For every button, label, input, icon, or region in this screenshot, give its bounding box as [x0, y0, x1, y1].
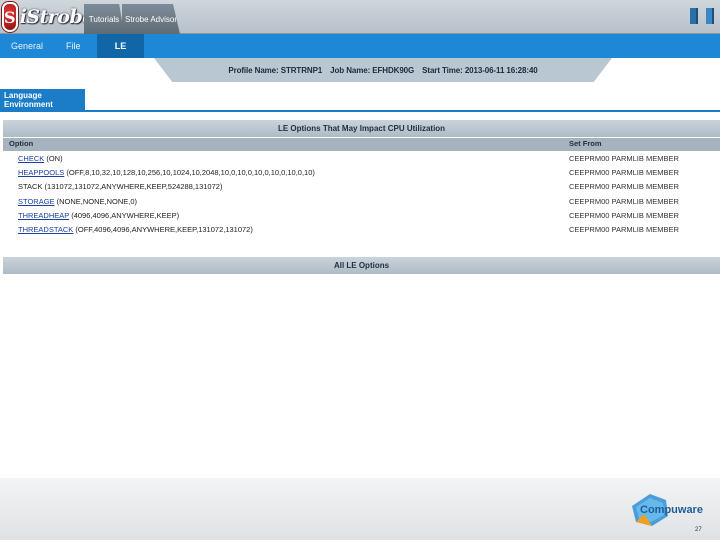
column-header-option[interactable]: Option — [9, 139, 33, 148]
footer — [0, 478, 720, 540]
set-from-cell: CEEPRM00 PARMLIB MEMBER — [569, 168, 679, 178]
table-header: Option Set From — [3, 138, 720, 151]
option-cell: STACK (131072,131072,ANYWHERE,KEEP,52428… — [18, 182, 222, 191]
option-value: (ON) — [44, 154, 63, 163]
option-name-check[interactable]: CHECK — [18, 154, 44, 163]
option-value: (131072,131072,ANYWHERE,KEEP,524288,1310… — [42, 182, 223, 192]
option-value: (4096,4096,ANYWHERE,KEEP) — [69, 210, 180, 220]
section-divider — [0, 110, 720, 112]
menu-item-le[interactable]: LE — [97, 34, 144, 58]
table-row: THREADHEAP (4096,4096,ANYWHERE,KEEP) CEEP… — [3, 209, 720, 223]
options-table: CHECK (ON) CEEPRM00 PARMLIB MEMBER HEAPPOO… — [3, 152, 720, 237]
set-from-cell: CEEPRM00 PARMLIB MEMBER — [569, 210, 679, 220]
compuware-brand: Compuware — [640, 504, 703, 516]
table-row: CHECK (ON) CEEPRM00 PARMLIB MEMBER — [3, 152, 720, 166]
option-value: (OFF,4096,4096,ANYWHERE,KEEP,131072,1310… — [73, 224, 253, 234]
table-row: STACK (131072,131072,ANYWHERE,KEEP,52428… — [3, 180, 720, 194]
job-name: Job Name: EFHDK90G — [330, 65, 415, 75]
table-row: STORAGE (NONE,NONE,NONE,0) CEEPRM00 PARML… — [3, 195, 720, 209]
option-cell: HEAPPOOLS (OFF,8,10,32,10,128,10,256,10,… — [18, 168, 315, 177]
logo-text: iStrobe — [19, 6, 95, 28]
page-number: 27 — [695, 527, 702, 533]
menu-bar: General File LE — [0, 34, 720, 58]
option-name-heappools[interactable]: HEAPPOOLS — [18, 168, 64, 177]
option-cell: STORAGE (NONE,NONE,NONE,0) — [18, 197, 137, 206]
set-from-cell: CEEPRM00 PARMLIB MEMBER — [569, 154, 679, 163]
column-header-set-from[interactable]: Set From — [569, 139, 602, 148]
tab-tutorials[interactable]: Tutorials — [84, 4, 124, 34]
window-icon[interactable] — [706, 8, 714, 24]
option-value: (NONE,NONE,NONE,0) — [54, 196, 138, 206]
menu-item-general[interactable]: General — [11, 34, 43, 58]
panel-title-cpu-options[interactable]: LE Options That May Impact CPU Utilizati… — [3, 120, 720, 137]
table-row: HEAPPOOLS (OFF,8,10,32,10,128,10,256,10,… — [3, 166, 720, 180]
set-from-cell: CEEPRM00 PARMLIB MEMBER — [569, 196, 679, 206]
set-from-cell: CEEPRM00 PARMLIB MEMBER — [569, 224, 679, 234]
table-row: THREADSTACK (OFF,4096,4096,ANYWHERE,KEEP… — [3, 223, 720, 237]
istrobe-logo[interactable]: S iStrobe — [2, 1, 94, 33]
profile-name: Profile Name: STRTRNP1 — [228, 65, 323, 75]
profile-info-bar: Profile Name: STRTRNP1 Job Name: EFHDK90… — [154, 58, 612, 82]
option-name-stack: STACK — [18, 182, 43, 192]
menu-item-file[interactable]: File — [66, 34, 81, 58]
tab-language-environment[interactable]: Language Environment — [0, 89, 85, 111]
option-name-threadstack[interactable]: THREADSTACK — [18, 225, 73, 234]
option-cell: THREADHEAP (4096,4096,ANYWHERE,KEEP) — [18, 211, 179, 220]
start-time: Start Time: 2013-06-11 16:28:40 — [422, 65, 538, 75]
option-cell: THREADSTACK (OFF,4096,4096,ANYWHERE,KEEP… — [18, 225, 253, 234]
tab-strobe-advisor[interactable]: Strobe Advisor — [122, 4, 180, 34]
option-name-storage[interactable]: STORAGE — [18, 197, 55, 206]
strobe-badge-icon: S — [2, 2, 18, 32]
set-from-cell: CEEPRM00 PARMLIB MEMBER — [569, 182, 679, 192]
window-icon[interactable] — [690, 8, 698, 24]
option-value: (OFF,8,10,32,10,128,10,256,10,1024,10,20… — [64, 168, 315, 178]
top-icons — [690, 8, 714, 24]
panel-title-all-le-options[interactable]: All LE Options — [3, 257, 720, 274]
option-cell: CHECK (ON) — [18, 154, 63, 163]
option-name-threadheap[interactable]: THREADHEAP — [18, 211, 69, 220]
title-bar: S iStrobe Tutorials Strobe Advisor — [0, 0, 720, 34]
